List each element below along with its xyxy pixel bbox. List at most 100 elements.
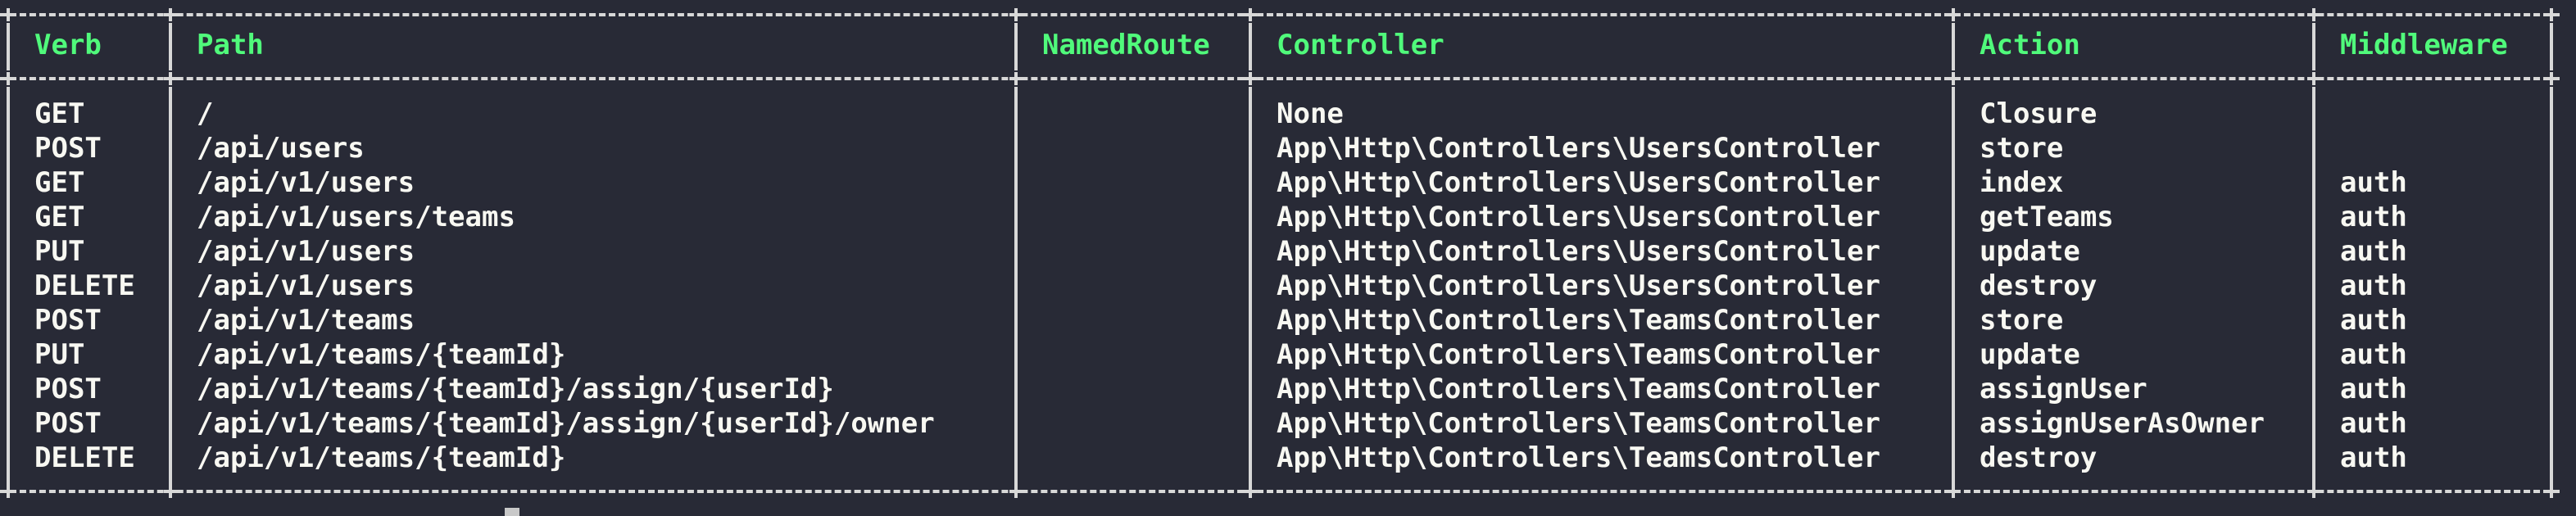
- table-border-corner: [1244, 8, 1257, 21]
- cell-action: update: [1980, 338, 2080, 371]
- cell-middleware: auth: [2340, 235, 2407, 268]
- cell-action: index: [1980, 166, 2064, 199]
- terminal-cursor: [505, 508, 519, 516]
- cell-verb: DELETE: [34, 441, 135, 474]
- table-column-border: [7, 87, 10, 485]
- table-border-corner: [2307, 72, 2320, 85]
- cell-verb: PUT: [34, 338, 85, 371]
- cell-action: destroy: [1980, 269, 2098, 302]
- column-header-action: Action: [1980, 29, 2080, 61]
- table-border-line: [0, 490, 2560, 493]
- table-border-line: [0, 13, 2560, 16]
- table-border-corner: [2, 8, 15, 21]
- cell-path: /api/v1/users: [197, 235, 415, 268]
- column-header-path: Path: [197, 29, 264, 61]
- cell-path: /api/v1/teams/{teamId}/assign/{userId}/o…: [197, 407, 935, 440]
- table-border-corner: [1947, 8, 1960, 21]
- cell-controller: App\Http\Controllers\UsersController: [1277, 132, 1880, 165]
- table-column-border: [2312, 87, 2315, 485]
- table-column-border: [7, 23, 10, 70]
- table-border-corner: [2, 72, 15, 85]
- table-border-corner: [1009, 8, 1023, 21]
- table-border-corner: [1009, 72, 1023, 85]
- table-column-border: [1014, 87, 1018, 485]
- column-header-controller: Controller: [1277, 29, 1444, 61]
- cell-controller: App\Http\Controllers\UsersController: [1277, 166, 1880, 199]
- cell-controller: App\Http\Controllers\UsersController: [1277, 201, 1880, 233]
- cell-middleware: auth: [2340, 441, 2407, 474]
- cell-controller: App\Http\Controllers\TeamsController: [1277, 407, 1880, 440]
- table-border-corner: [1244, 72, 1257, 85]
- cell-controller: None: [1277, 97, 1344, 130]
- table-border-corner: [164, 485, 177, 498]
- cell-path: /api/users: [197, 132, 365, 165]
- table-border-corner: [1244, 485, 1257, 498]
- cell-verb: PUT: [34, 235, 85, 268]
- table-border-corner: [164, 8, 177, 21]
- cell-verb: GET: [34, 201, 85, 233]
- cell-controller: App\Http\Controllers\UsersController: [1277, 235, 1880, 268]
- cell-path: /api/v1/users: [197, 166, 415, 199]
- table-border-corner: [164, 72, 177, 85]
- table-border-corner: [1009, 485, 1023, 498]
- cell-path: /api/v1/users: [197, 269, 415, 302]
- cell-action: assignUser: [1980, 373, 2147, 405]
- cell-path: /api/v1/teams/{teamId}/assign/{userId}: [197, 373, 834, 405]
- cell-path: /: [197, 97, 214, 130]
- column-header-middleware: Middleware: [2340, 29, 2508, 61]
- cell-path: /api/v1/users/teams: [197, 201, 515, 233]
- cell-action: update: [1980, 235, 2080, 268]
- cell-action: store: [1980, 132, 2064, 165]
- cell-middleware: auth: [2340, 304, 2407, 337]
- cell-middleware: auth: [2340, 407, 2407, 440]
- cell-action: destroy: [1980, 441, 2098, 474]
- table-border-corner: [1947, 72, 1960, 85]
- cell-controller: App\Http\Controllers\UsersController: [1277, 269, 1880, 302]
- cell-middleware: auth: [2340, 201, 2407, 233]
- table-column-border: [169, 87, 172, 485]
- cell-controller: App\Http\Controllers\TeamsController: [1277, 373, 1880, 405]
- shell-prompt-line[interactable]: [0, 505, 2576, 516]
- table-border-corner: [2545, 8, 2558, 21]
- table-border-corner: [2545, 485, 2558, 498]
- cell-verb: GET: [34, 97, 85, 130]
- cell-middleware: auth: [2340, 373, 2407, 405]
- cell-verb: GET: [34, 166, 85, 199]
- cell-controller: App\Http\Controllers\TeamsController: [1277, 338, 1880, 371]
- column-header-named-route: NamedRoute: [1042, 29, 1210, 61]
- table-border-corner: [1947, 485, 1960, 498]
- table-border-corner: [2, 485, 15, 498]
- cell-verb: POST: [34, 132, 102, 165]
- cell-verb: POST: [34, 304, 102, 337]
- table-column-border: [169, 23, 172, 70]
- cell-controller: App\Http\Controllers\TeamsController: [1277, 304, 1880, 337]
- cell-verb: POST: [34, 407, 102, 440]
- table-column-border: [1952, 87, 1955, 485]
- cell-verb: POST: [34, 373, 102, 405]
- table-column-border: [1249, 87, 1252, 485]
- table-border-corner: [2545, 72, 2558, 85]
- table-border-corner: [2307, 8, 2320, 21]
- table-column-border: [2550, 23, 2553, 70]
- cell-verb: DELETE: [34, 269, 135, 302]
- table-column-border: [2550, 87, 2553, 485]
- cell-path: /api/v1/teams/{teamId}: [197, 338, 566, 371]
- cell-controller: App\Http\Controllers\TeamsController: [1277, 441, 1880, 474]
- cell-middleware: auth: [2340, 269, 2407, 302]
- cell-middleware: auth: [2340, 166, 2407, 199]
- cell-action: getTeams: [1980, 201, 2114, 233]
- cell-action: Closure: [1980, 97, 2098, 130]
- cell-middleware: auth: [2340, 338, 2407, 371]
- table-column-border: [1014, 23, 1018, 70]
- cell-action: assignUserAsOwner: [1980, 407, 2265, 440]
- table-column-border: [1952, 23, 1955, 70]
- cell-path: /api/v1/teams/{teamId}: [197, 441, 566, 474]
- table-column-border: [2312, 23, 2315, 70]
- cell-path: /api/v1/teams: [197, 304, 415, 337]
- terminal-window[interactable]: Verb Path NamedRoute Controller Action Middle…: [0, 0, 2576, 516]
- table-border-corner: [2307, 485, 2320, 498]
- table-column-border: [1249, 23, 1252, 70]
- column-header-verb: Verb: [34, 29, 102, 61]
- cell-action: store: [1980, 304, 2064, 337]
- table-border-line: [0, 77, 2560, 80]
